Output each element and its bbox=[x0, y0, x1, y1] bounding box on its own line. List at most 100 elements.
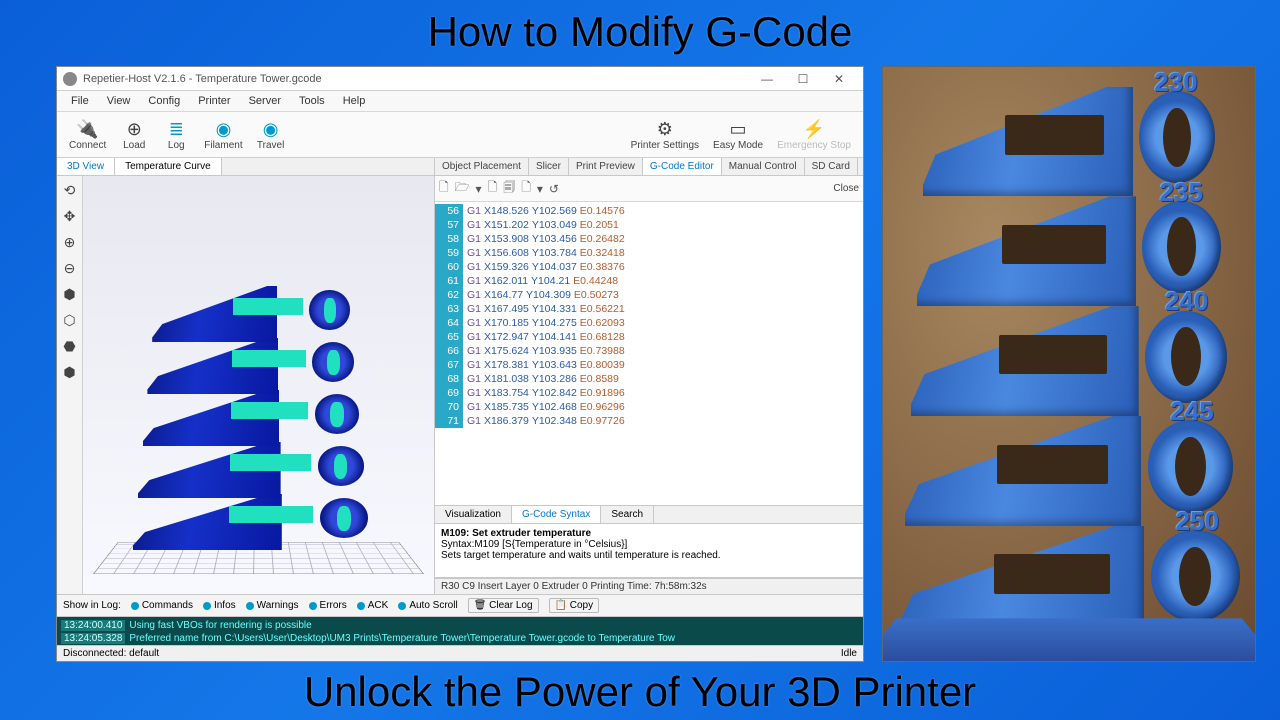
view-tool-5[interactable]: ⬡ bbox=[60, 310, 80, 330]
copy-log-button[interactable]: 📋 Copy bbox=[549, 598, 600, 613]
view-tool-3[interactable]: ⊖ bbox=[60, 258, 80, 278]
gcode-line[interactable]: 63G1 X167.495 Y104.331 E0.56221 bbox=[435, 302, 863, 316]
right-pane: Object PlacementSlicerPrint PreviewG-Cod… bbox=[435, 158, 863, 594]
footer-status: Disconnected: default Idle bbox=[57, 645, 863, 661]
log-filter-infos[interactable]: Infos bbox=[203, 600, 236, 611]
gcode-line[interactable]: 71G1 X186.379 Y102.348 E0.97726 bbox=[435, 414, 863, 428]
3d-viewport[interactable] bbox=[83, 176, 434, 594]
model-render bbox=[133, 270, 373, 550]
easy-mode-button[interactable]: ▭Easy Mode bbox=[707, 116, 769, 153]
help-panel: M109: Set extruder temperature Syntax:M1… bbox=[435, 524, 863, 578]
sub-tab-g-code-syntax[interactable]: G-Code Syntax bbox=[512, 506, 601, 523]
view-tool-7[interactable]: ⬢ bbox=[60, 362, 80, 382]
log-filter-errors[interactable]: Errors bbox=[309, 600, 347, 611]
left-pane: 3D ViewTemperature Curve ⟲ ✥ ⊕ ⊖ ⬢ ⬡ ⬣ ⬢ bbox=[57, 158, 435, 594]
content-row: 3D ViewTemperature Curve ⟲ ✥ ⊕ ⊖ ⬢ ⬡ ⬣ ⬢ Object… bbox=[57, 158, 863, 594]
view-tool-0[interactable]: ⟲ bbox=[60, 180, 80, 200]
load-button[interactable]: ⊕Load bbox=[114, 116, 154, 153]
tab-print-preview[interactable]: Print Preview bbox=[569, 158, 643, 175]
idle-status: Idle bbox=[841, 648, 857, 659]
temp-label: 245 bbox=[1170, 396, 1213, 427]
view-tool-1[interactable]: ✥ bbox=[60, 206, 80, 226]
gcode-line[interactable]: 60G1 X159.326 Y104.037 E0.38376 bbox=[435, 260, 863, 274]
editor-tool-1[interactable]: 🗁 bbox=[455, 178, 470, 199]
menu-tools[interactable]: Tools bbox=[291, 93, 333, 109]
app-icon bbox=[63, 72, 77, 86]
log-line: 13:24:05.328Preferred name from C:\Users… bbox=[61, 632, 859, 645]
menu-printer[interactable]: Printer bbox=[190, 93, 238, 109]
editor-close[interactable]: Close bbox=[833, 183, 859, 194]
menu-view[interactable]: View bbox=[99, 93, 139, 109]
printer-settings-button[interactable]: ⚙Printer Settings bbox=[625, 116, 705, 153]
minimize-button[interactable]: — bbox=[749, 67, 785, 91]
menubar: FileViewConfigPrinterServerToolsHelp bbox=[57, 91, 863, 112]
filament-icon: ◉ bbox=[212, 118, 234, 140]
menu-help[interactable]: Help bbox=[335, 93, 374, 109]
gcode-line[interactable]: 64G1 X170.185 Y104.275 E0.62093 bbox=[435, 316, 863, 330]
gcode-line[interactable]: 57G1 X151.202 Y103.049 E0.2051 bbox=[435, 218, 863, 232]
view-tool-2[interactable]: ⊕ bbox=[60, 232, 80, 252]
gcode-line[interactable]: 61G1 X162.011 Y104.21 E0.44248 bbox=[435, 274, 863, 288]
gcode-line[interactable]: 69G1 X183.754 Y102.842 E0.91896 bbox=[435, 386, 863, 400]
editor-tool-5[interactable]: 🗋 bbox=[521, 178, 531, 199]
menu-config[interactable]: Config bbox=[140, 93, 188, 109]
clear-log-button[interactable]: 🗑 Clear Log bbox=[468, 598, 539, 613]
titlebar: Repetier-Host V2.1.6 - Temperature Tower… bbox=[57, 67, 863, 91]
sub-tab-search[interactable]: Search bbox=[601, 506, 654, 523]
editor-tool-4[interactable]: 🗐 bbox=[503, 178, 515, 199]
sub-tab-visualization[interactable]: Visualization bbox=[435, 506, 512, 523]
gcode-line[interactable]: 65G1 X172.947 Y104.141 E0.68128 bbox=[435, 330, 863, 344]
close-button[interactable]: ✕ bbox=[821, 67, 857, 91]
menu-server[interactable]: Server bbox=[241, 93, 289, 109]
gcode-line[interactable]: 66G1 X175.624 Y103.935 E0.73988 bbox=[435, 344, 863, 358]
emergency-stop-button[interactable]: ⚡Emergency Stop bbox=[771, 116, 857, 153]
view-tab-temperature-curve[interactable]: Temperature Curve bbox=[115, 158, 222, 175]
editor-tool-2[interactable]: ▾ bbox=[476, 182, 482, 196]
tab-object-placement[interactable]: Object Placement bbox=[435, 158, 529, 175]
tab-manual-control[interactable]: Manual Control bbox=[722, 158, 805, 175]
show-in-log-label: Show in Log: bbox=[63, 600, 121, 611]
log-filter-warnings[interactable]: Warnings bbox=[246, 600, 299, 611]
print-base bbox=[882, 618, 1256, 662]
log-line: 13:24:00.410Using fast VBOs for renderin… bbox=[61, 619, 859, 632]
log-filter-commands[interactable]: Commands bbox=[131, 600, 193, 611]
emergency-stop-icon: ⚡ bbox=[803, 118, 825, 140]
main-row: Repetier-Host V2.1.6 - Temperature Tower… bbox=[56, 66, 1256, 662]
editor-tool-7[interactable]: ↺ bbox=[549, 182, 559, 196]
log-filter-ack[interactable]: ACK bbox=[357, 600, 389, 611]
editor-tool-6[interactable]: ▾ bbox=[537, 182, 543, 196]
view-tool-6[interactable]: ⬣ bbox=[60, 336, 80, 356]
view-body: ⟲ ✥ ⊕ ⊖ ⬢ ⬡ ⬣ ⬢ bbox=[57, 176, 434, 594]
travel-icon: ◉ bbox=[260, 118, 282, 140]
app-window: Repetier-Host V2.1.6 - Temperature Tower… bbox=[56, 66, 864, 662]
log-button[interactable]: ≣Log bbox=[156, 116, 196, 153]
editor-tool-0[interactable]: 🗋 bbox=[439, 178, 449, 199]
tab-g-code-editor[interactable]: G-Code Editor bbox=[643, 158, 722, 175]
gcode-line[interactable]: 58G1 X153.908 Y103.456 E0.26482 bbox=[435, 232, 863, 246]
printed-tower-photo: 230235240245250 bbox=[882, 66, 1256, 662]
gcode-editor[interactable]: 56G1 X148.526 Y102.569 E0.14576 57G1 X15… bbox=[435, 202, 863, 505]
filament-button[interactable]: ◉Filament bbox=[198, 116, 248, 153]
temp-label: 250 bbox=[1176, 506, 1219, 537]
tab-slicer[interactable]: Slicer bbox=[529, 158, 569, 175]
main-toolbar: 🔌Connect⊕Load≣Log◉Filament◉Travel ⚙Printe… bbox=[57, 112, 863, 158]
log-area[interactable]: 13:24:00.410Using fast VBOs for renderin… bbox=[57, 617, 863, 645]
gcode-line[interactable]: 67G1 X178.381 Y103.643 E0.80039 bbox=[435, 358, 863, 372]
travel-button[interactable]: ◉Travel bbox=[251, 116, 291, 153]
view-tab-3d-view[interactable]: 3D View bbox=[57, 158, 115, 175]
log-filter-auto scroll[interactable]: Auto Scroll bbox=[398, 600, 457, 611]
maximize-button[interactable]: ☐ bbox=[785, 67, 821, 91]
gcode-line[interactable]: 70G1 X185.735 Y102.468 E0.96296 bbox=[435, 400, 863, 414]
gcode-line[interactable]: 56G1 X148.526 Y102.569 E0.14576 bbox=[435, 204, 863, 218]
view-tool-4[interactable]: ⬢ bbox=[60, 284, 80, 304]
menu-file[interactable]: File bbox=[63, 93, 97, 109]
gcode-line[interactable]: 62G1 X164.77 Y104.309 E0.50273 bbox=[435, 288, 863, 302]
gcode-line[interactable]: 68G1 X181.038 Y103.286 E0.8589 bbox=[435, 372, 863, 386]
overlay-title-bottom: Unlock the Power of Your 3D Printer bbox=[0, 668, 1280, 716]
gcode-line[interactable]: 59G1 X156.608 Y103.784 E0.32418 bbox=[435, 246, 863, 260]
tab-sd-card[interactable]: SD Card bbox=[805, 158, 858, 175]
editor-tool-3[interactable]: 🗋 bbox=[488, 178, 498, 199]
help-title: M109: Set extruder temperature bbox=[441, 528, 857, 539]
window-title: Repetier-Host V2.1.6 - Temperature Tower… bbox=[83, 73, 749, 85]
connect-button[interactable]: 🔌Connect bbox=[63, 116, 112, 153]
